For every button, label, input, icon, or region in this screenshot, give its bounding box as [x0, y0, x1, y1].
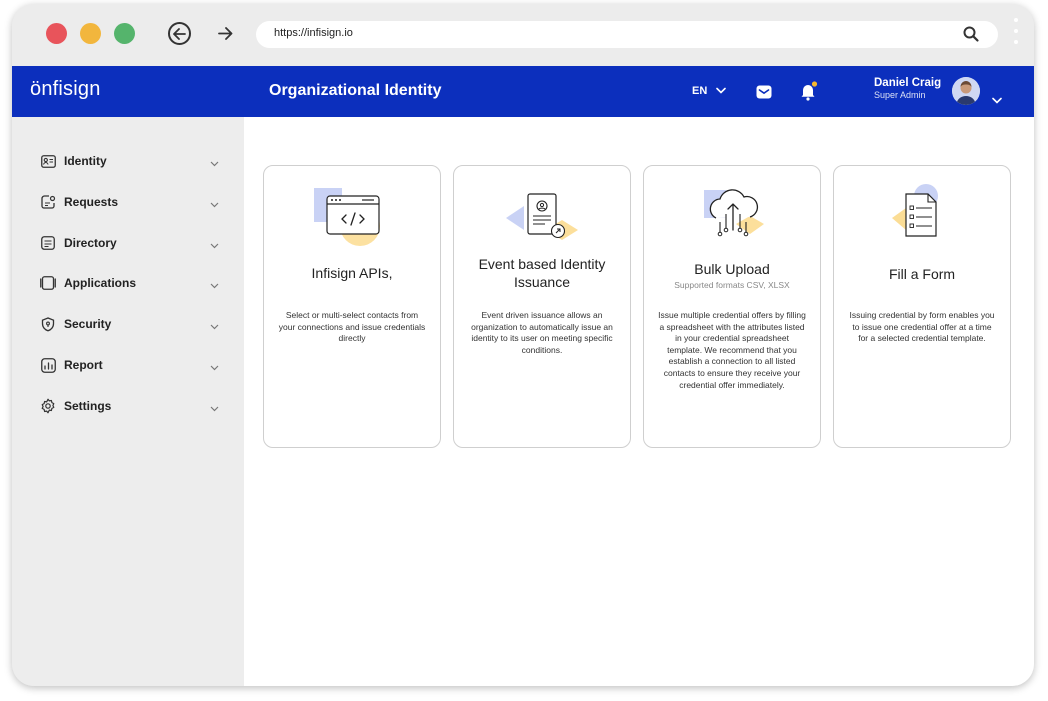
card-description: Event driven issuance allows an organiza…: [471, 310, 613, 355]
cloud-upload-icon: [644, 184, 820, 254]
avatar[interactable]: [952, 77, 980, 105]
chevron-down-icon: [210, 234, 220, 253]
card-title: Event based Identity Issuance: [478, 256, 606, 290]
address-bar[interactable]: https://infisign.io: [256, 21, 998, 48]
forward-button[interactable]: [214, 22, 237, 45]
sidebar-item-directory[interactable]: Directory: [40, 233, 220, 253]
infisign-logo[interactable]: önfisign: [30, 78, 101, 101]
requests-icon: [40, 194, 56, 210]
notification-bell-icon[interactable]: [799, 80, 819, 106]
close-window-button[interactable]: [46, 23, 67, 44]
app-header: önfisign Organizational Identity EN Dani…: [12, 66, 1034, 117]
identity-document-icon: [454, 184, 630, 254]
card-bulk-upload[interactable]: Bulk Upload Supported formats CSV, XLSX …: [643, 165, 821, 448]
back-button[interactable]: [168, 22, 191, 45]
user-name: Daniel Craig: [874, 77, 942, 89]
card-description: Issue multiple credential offers by fill…: [658, 310, 806, 390]
chevron-down-icon: [210, 274, 220, 293]
sidebar-item-report[interactable]: Report: [40, 355, 220, 375]
maximize-window-button[interactable]: [114, 23, 135, 44]
browser-toolbar: https://infisign.io: [12, 4, 1034, 66]
card-title: Bulk Upload: [694, 261, 770, 277]
arrow-right-icon: [218, 27, 233, 40]
user-role: Super Admin: [874, 90, 926, 100]
sidebar-item-settings[interactable]: Settings: [40, 396, 220, 416]
arrow-left-icon: [173, 27, 186, 40]
sidebar-item-applications[interactable]: Applications: [40, 273, 220, 293]
card-description: Issuing credential by form enables you t…: [849, 310, 995, 344]
chevron-down-icon: [210, 193, 220, 212]
mail-icon[interactable]: [756, 84, 772, 103]
card-subtitle: Supported formats CSV, XLSX: [674, 280, 790, 290]
report-icon: [40, 357, 56, 373]
shield-icon: [40, 316, 56, 332]
card-fill-a-form[interactable]: Fill a Form Issuing credential by form e…: [833, 165, 1011, 448]
chevron-down-icon: [210, 356, 220, 375]
code-window-icon: [264, 184, 440, 254]
search-icon[interactable]: [962, 25, 980, 47]
language-selector[interactable]: EN: [692, 85, 727, 97]
sidebar-item-requests[interactable]: Requests: [40, 192, 220, 212]
card-event-based-identity-issuance[interactable]: Event based Identity Issuance Event driv…: [453, 165, 631, 448]
id-card-icon: [40, 153, 56, 169]
chevron-down-icon: [716, 87, 727, 94]
browser-window: https://infisign.io önfisign Organizatio…: [12, 4, 1034, 686]
card-description: Select or multi-select contacts from you…: [278, 310, 426, 344]
applications-icon: [40, 275, 56, 291]
chevron-down-icon: [210, 315, 220, 334]
directory-icon: [40, 235, 56, 251]
sidebar-item-security[interactable]: Security: [40, 314, 220, 334]
user-menu-chevron-icon[interactable]: [992, 89, 1002, 108]
url-text: https://infisign.io: [274, 27, 353, 39]
card-infisign-apis[interactable]: Infisign APIs, Select or multi-select co…: [263, 165, 441, 448]
sidebar-item-identity[interactable]: Identity: [40, 151, 220, 171]
gear-icon: [40, 398, 56, 414]
browser-menu-icon[interactable]: [1014, 18, 1018, 48]
main-content: Infisign APIs, Select or multi-select co…: [244, 117, 1034, 686]
chevron-down-icon: [210, 152, 220, 171]
form-checklist-icon: [834, 184, 1010, 254]
card-title: Fill a Form: [888, 266, 956, 282]
chevron-down-icon: [210, 397, 220, 416]
sidebar: Identity Requests Directory Applications…: [12, 117, 244, 686]
minimize-window-button[interactable]: [80, 23, 101, 44]
page-title: Organizational Identity: [269, 82, 442, 99]
card-title: Infisign APIs,: [311, 265, 393, 281]
user-info[interactable]: Daniel Craig Super Admin: [874, 77, 941, 100]
